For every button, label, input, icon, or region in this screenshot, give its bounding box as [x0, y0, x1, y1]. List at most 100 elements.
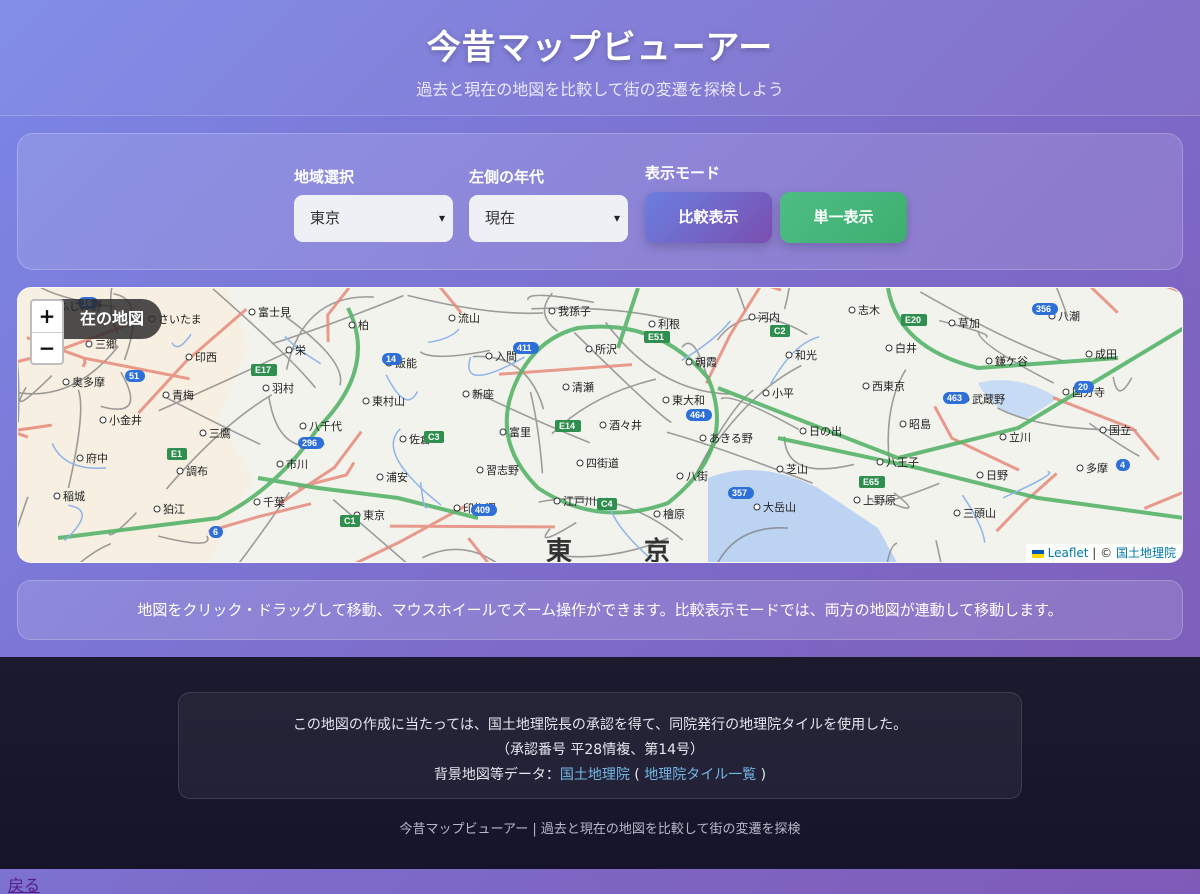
- map-place-marker: [776, 465, 784, 473]
- road-shield: 20: [1074, 381, 1094, 393]
- map-place-label: 清瀬: [572, 380, 594, 394]
- map-place-marker: [799, 427, 807, 435]
- map-place-marker: [462, 390, 470, 398]
- map-place-label: 富里: [509, 425, 531, 439]
- map-place-marker: [53, 492, 61, 500]
- gsi-attribution-link[interactable]: 国土地理院: [1116, 546, 1176, 560]
- map-place-label: 我孫子: [558, 305, 591, 318]
- map-place-marker: [185, 353, 193, 361]
- road-shield-label: 14: [386, 354, 396, 364]
- map-place-label: 八街: [686, 469, 708, 483]
- map-place-label: 志木: [858, 304, 880, 317]
- chevron-down-icon: ▾: [438, 211, 445, 225]
- map-tiles[interactable]: ふじみ野さいたま富士見柏流山我孫子利根河内志木草加八潮三郷印西栄飯能入間所沢朝霞…: [18, 288, 1183, 563]
- map-place-label: 市川: [286, 457, 308, 471]
- map-place-label: 浦安: [386, 470, 408, 484]
- map-place-label: 三鷹: [209, 426, 231, 440]
- zoom-in-button[interactable]: +: [32, 301, 62, 332]
- road-shield: C3: [424, 431, 444, 443]
- map-place-marker: [253, 498, 261, 506]
- info-banner: 地図をクリック・ドラッグして移動、マウスホイールでズーム操作ができます。比較表示…: [17, 580, 1183, 640]
- map-place-marker: [785, 351, 793, 359]
- road-shield-label: 4: [1120, 460, 1125, 470]
- map-place-marker: [453, 504, 461, 512]
- map-place-marker: [76, 454, 84, 462]
- map-place-marker: [562, 383, 570, 391]
- map-place-marker: [748, 313, 756, 321]
- map-place-marker: [376, 473, 384, 481]
- page-title: 今昔マップビューアー: [426, 28, 774, 68]
- map-place-label: 新座: [472, 387, 494, 401]
- compare-mode-button[interactable]: 比較表示: [645, 192, 772, 243]
- map-place-label: 流山: [458, 311, 480, 325]
- map-place-label: 河内: [758, 310, 780, 324]
- map-place-label: 柏: [358, 318, 369, 332]
- road-shield-label: E20: [905, 315, 921, 325]
- map-place-marker: [848, 306, 856, 314]
- credit-paren-close: ): [760, 767, 767, 783]
- road-shield-label: 356: [1036, 304, 1051, 314]
- map-place-label: 八千代: [309, 420, 342, 433]
- road-shield-label: E51: [648, 332, 664, 342]
- map-place-label: 檜原: [663, 507, 685, 521]
- map-place-label: 和光: [795, 348, 817, 362]
- map-view[interactable]: ふじみ野さいたま富士見柏流山我孫子利根河内志木草加八潮三郷印西栄飯能入間所沢朝霞…: [17, 287, 1183, 563]
- back-link[interactable]: 戻る: [8, 872, 40, 894]
- map-place-marker: [85, 340, 93, 348]
- gsi-link[interactable]: 国土地理院: [560, 767, 630, 783]
- map-place-marker: [476, 466, 484, 474]
- map-place-marker: [1085, 350, 1093, 358]
- single-mode-button[interactable]: 単一表示: [780, 192, 907, 243]
- era-select[interactable]: 現在 ▾: [469, 195, 628, 242]
- road-shield: 4: [1116, 459, 1130, 471]
- site-header: 今昔マップビューアー 過去と現在の地図を比較して街の変遷を探検しよう: [0, 0, 1200, 116]
- road-shield: 357: [728, 487, 754, 499]
- map-place-label: 調布: [186, 464, 208, 478]
- road-shield-label: C4: [601, 499, 613, 509]
- map-place-marker: [685, 358, 693, 366]
- map-place-marker: [176, 467, 184, 475]
- region-select[interactable]: 東京 ▾: [294, 195, 453, 242]
- leaflet-link[interactable]: Leaflet: [1048, 546, 1089, 560]
- gsi-tile-list-link[interactable]: 地理院タイル一覧: [644, 767, 756, 783]
- map-place-label: 朝霞: [695, 356, 717, 369]
- map-place-marker: [862, 382, 870, 390]
- map-place-marker: [576, 459, 584, 467]
- map-place-label: 武蔵野: [972, 393, 1005, 406]
- road-shield: 356: [1032, 303, 1058, 315]
- map-place-marker: [676, 472, 684, 480]
- map-place-label: 所沢: [595, 342, 617, 356]
- map-attribution: Leaflet | © 国土地理院: [1025, 544, 1182, 562]
- map-place-label: 千葉: [263, 495, 285, 509]
- map-place-marker: [985, 357, 993, 365]
- map-place-label: 立川: [1009, 430, 1031, 444]
- road-shield-label: 6: [213, 527, 218, 537]
- zoom-control: + −: [30, 299, 64, 365]
- road-shield-label: 411: [517, 343, 532, 353]
- map-place-marker: [948, 319, 956, 327]
- map-place-label: 草加: [958, 317, 980, 330]
- road-shield: 51: [125, 370, 145, 382]
- map-place-label: 東京: [363, 508, 385, 522]
- map-place-label: 白井: [895, 341, 917, 355]
- credit-prefix: 背景地図等データ：: [433, 767, 560, 783]
- credit-line-3: 背景地図等データ：国土地理院 ( 地理院タイル一覧 ): [179, 764, 1021, 784]
- map-place-marker: [599, 421, 607, 429]
- map-place-label: 小金井: [109, 413, 142, 427]
- map-place-marker: [62, 378, 70, 386]
- map-place-label: 江戸川: [563, 495, 596, 508]
- map-place-marker: [248, 308, 256, 316]
- map-place-label: 府中: [86, 451, 108, 465]
- road-shield-label: 464: [690, 410, 705, 420]
- footer-note: 今昔マップビューアー | 過去と現在の地図を比較して街の変遷を探検: [399, 822, 801, 837]
- map-place-label: 八潮: [1058, 309, 1080, 323]
- zoom-out-button[interactable]: −: [32, 332, 62, 363]
- road-shield: 463: [943, 392, 969, 404]
- map-place-label: 西東京: [872, 379, 905, 393]
- map-place-marker: [99, 416, 107, 424]
- region-select-value: 東京: [310, 209, 341, 227]
- road-shield: C2: [770, 325, 790, 337]
- map-place-marker: [362, 397, 370, 405]
- map-place-label: さいたま: [158, 313, 202, 326]
- chevron-down-icon: ▾: [613, 211, 620, 225]
